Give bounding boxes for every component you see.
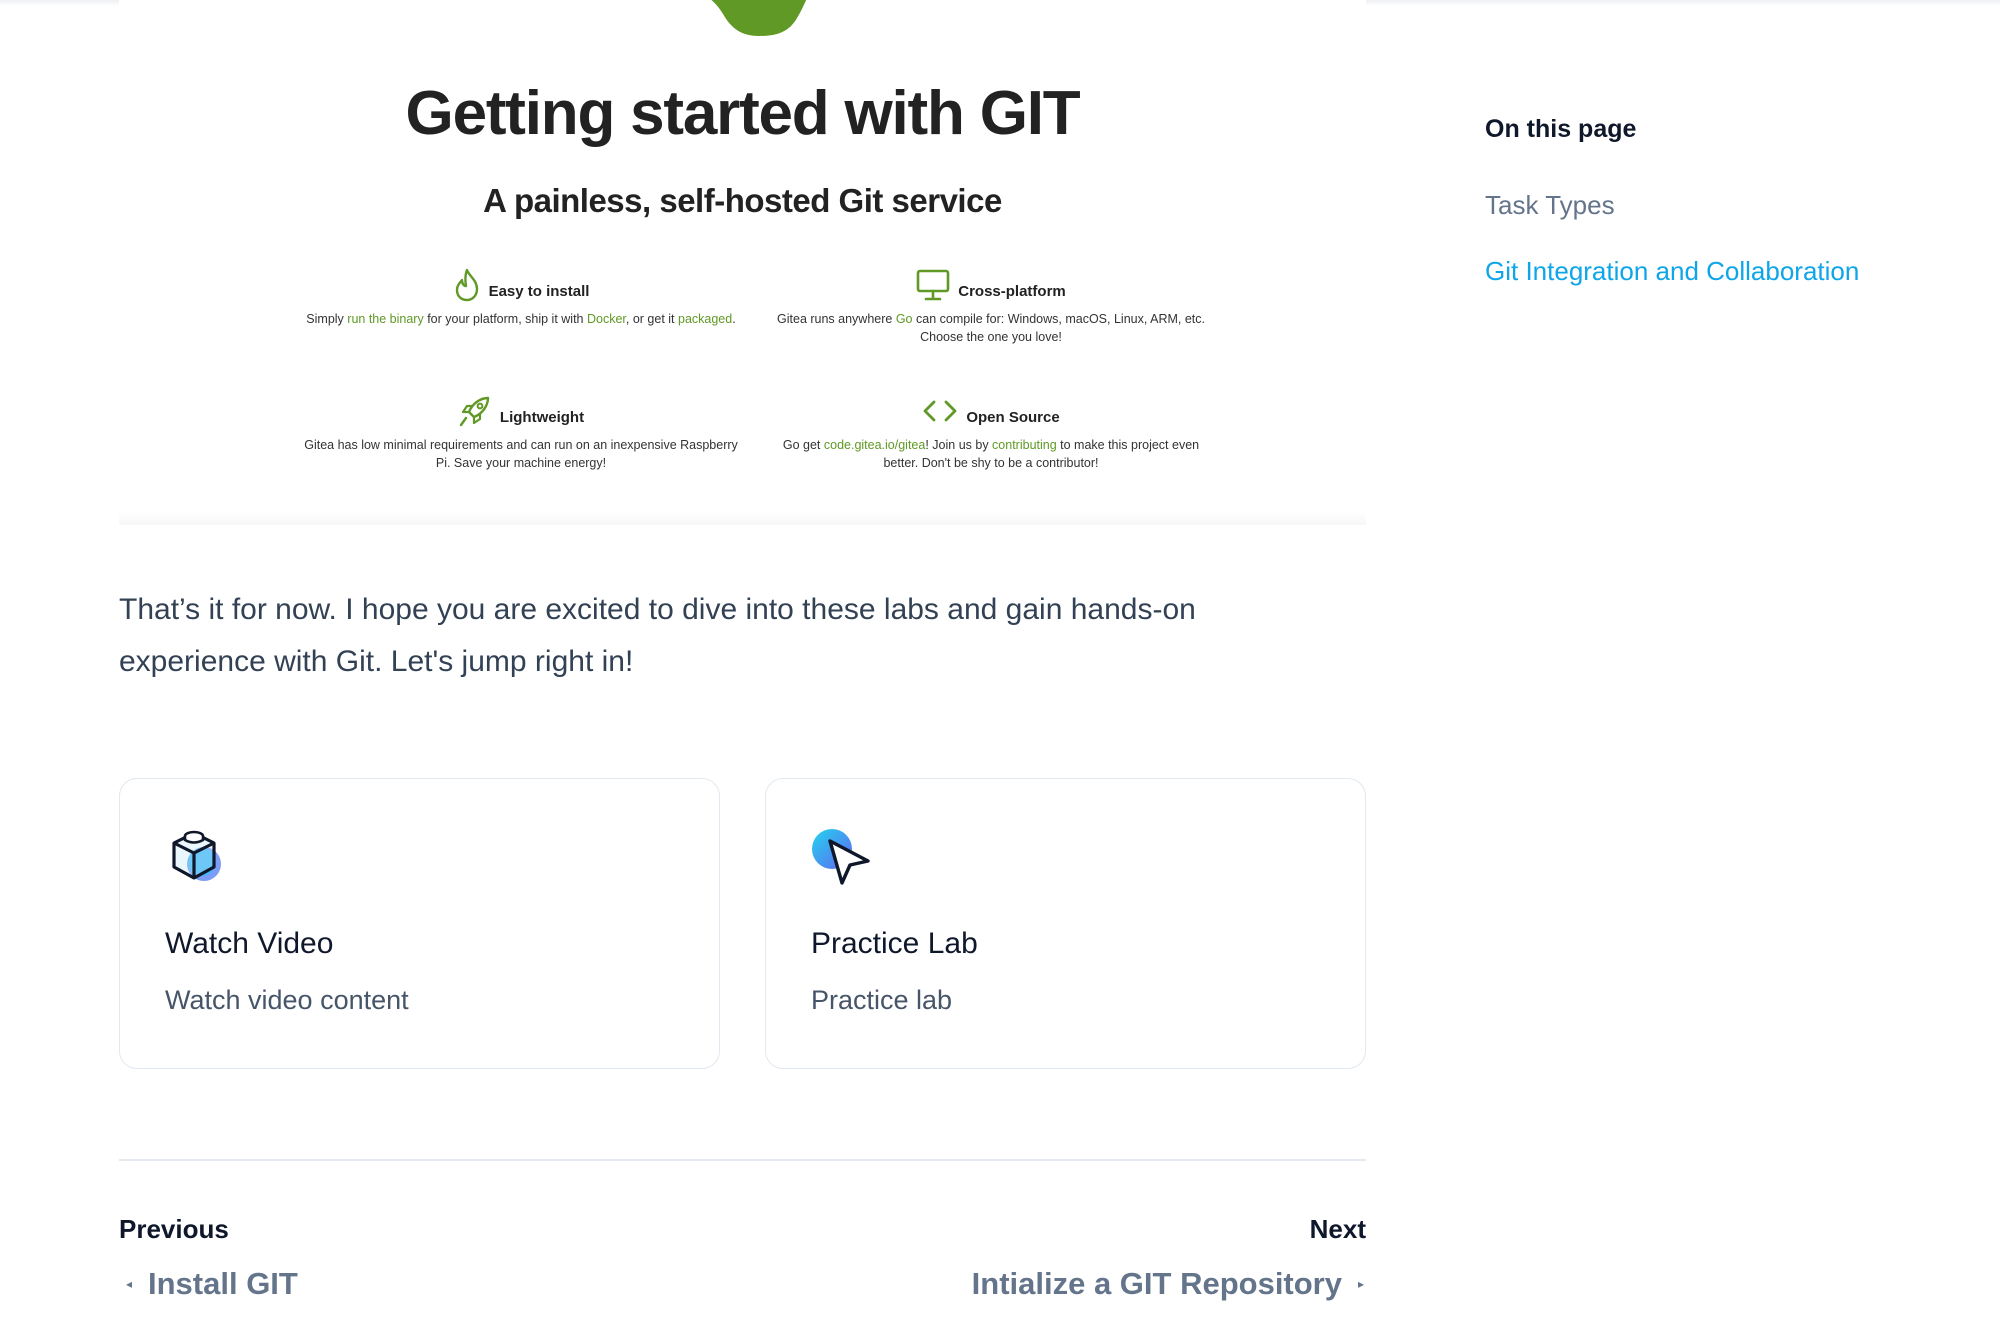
next-label: Next <box>1309 1214 1366 1244</box>
feature-description: Go get code.gitea.io/gitea! Join us by c… <box>782 438 1200 470</box>
toc-item-git-integration[interactable]: Git Integration and Collaboration <box>1485 256 1859 287</box>
card-watch-video[interactable]: Watch Video Watch video content <box>119 778 720 1069</box>
feature-title: Lightweight <box>499 408 585 426</box>
toc-item-task-types[interactable]: Task Types <box>1485 190 1615 221</box>
feature-description: Simply run the binary for your platform,… <box>306 312 736 326</box>
link-run-binary: run the binary <box>347 312 424 326</box>
card-title: Practice Lab <box>811 927 978 960</box>
chevron-right-icon: ▸ <box>1357 1277 1365 1291</box>
card-description: Practice lab <box>811 985 953 1015</box>
hero-title: Getting started with GIT <box>405 79 1081 148</box>
monitor-icon <box>916 269 950 301</box>
link-docker: Docker <box>586 312 626 326</box>
feature-cross-platform: Cross-platform Gitea runs anywhere Go ca… <box>771 266 1211 346</box>
feature-title: Easy to install <box>488 282 590 300</box>
gitea-logo-icon <box>711 0 807 36</box>
pager-divider <box>119 1159 1366 1161</box>
feature-title: Cross-platform <box>958 282 1066 300</box>
card-title: Watch Video <box>165 927 334 960</box>
code-icon <box>923 400 957 422</box>
feature-title: Open Source <box>966 408 1060 426</box>
cube-icon <box>172 830 221 881</box>
link-go: Go <box>895 312 913 326</box>
hero-image: Getting started with GIT A painless, sel… <box>119 0 1366 525</box>
chevron-left-icon: ◂ <box>125 1277 133 1291</box>
previous-page-link[interactable]: ◂ Install GIT <box>124 1266 298 1302</box>
feature-description: Gitea has low minimal requirements and c… <box>304 438 738 470</box>
toc-title: On this page <box>1485 115 1637 143</box>
intro-paragraph: That’s it for now. I hope you are excite… <box>119 593 1196 678</box>
card-description: Watch video content <box>165 985 409 1015</box>
hero-subtitle: A painless, self-hosted Git service <box>483 182 1002 219</box>
previous-label: Previous <box>119 1214 229 1244</box>
hero-bottom-fade <box>119 511 1366 525</box>
card-practice-lab[interactable]: Practice Lab Practice lab <box>765 778 1366 1069</box>
rocket-icon <box>459 396 490 427</box>
flame-icon <box>455 268 478 302</box>
feature-description: Gitea runs anywhere Go can compile for: … <box>777 312 1205 344</box>
link-code-gitea: code.gitea.io/gitea <box>823 438 926 452</box>
next-page-title: Intialize a GIT Repository <box>971 1266 1342 1301</box>
next-page-link[interactable]: Intialize a GIT Repository ▸ <box>972 1266 1366 1302</box>
link-contributing: contributing <box>992 438 1057 452</box>
previous-page-title: Install GIT <box>148 1266 298 1301</box>
feature-open-source: Open Source Go get code.gitea.io/gitea! … <box>771 392 1211 472</box>
feature-lightweight: Lightweight Gitea has low minimal requir… <box>301 392 741 472</box>
link-packaged: packaged <box>678 312 733 326</box>
feature-easy-install: Easy to install Simply run the binary fo… <box>301 266 741 328</box>
cursor-icon <box>812 829 870 885</box>
